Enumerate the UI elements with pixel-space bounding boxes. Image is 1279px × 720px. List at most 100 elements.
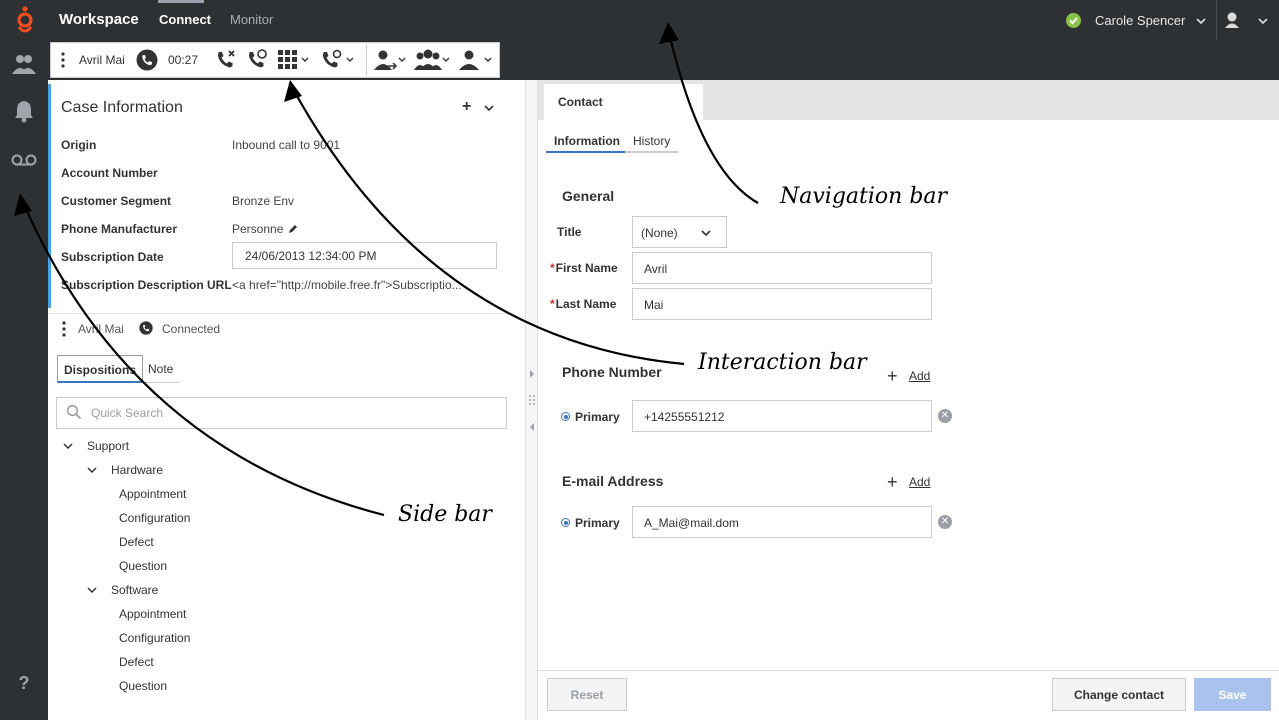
remove-phone-icon[interactable]: ✕ [938,409,952,423]
case-label-subscription-date: Subscription Date [61,250,164,264]
edit-pencil-icon[interactable] [288,224,298,234]
connection-contact-name: Avril Mai [78,322,124,336]
chevron-down-icon[interactable] [62,440,74,452]
end-call-icon[interactable] [215,48,237,72]
tab-information[interactable]: Information [546,131,628,153]
phone-connected-icon [139,321,153,335]
chevron-down-icon[interactable] [86,464,98,476]
case-value-customer-segment: Bronze Env [232,194,295,208]
first-name-field[interactable]: Avril [632,252,932,284]
first-name-label-text: First Name [555,261,618,275]
tree-item-appointment[interactable]: Appointment [119,487,186,501]
case-label-account-number: Account Number [61,166,158,180]
primary-email-radio[interactable] [561,518,570,527]
tab-contact[interactable]: Contact [544,84,703,120]
primary-phone-radio[interactable] [561,412,570,421]
genesys-logo-icon [17,6,33,33]
email-field[interactable]: A_Mai@mail.dom [632,506,932,538]
more-vertical-icon[interactable] [61,321,67,337]
primary-phone-label: Primary [575,410,620,424]
transfer-icon[interactable] [372,48,408,72]
tab-note[interactable]: Note [142,355,180,383]
last-name-label-text: Last Name [555,297,617,311]
required-marker: * [550,297,555,311]
title-label: Title [557,225,582,239]
tree-item-hardware[interactable]: Hardware [111,463,163,477]
supervisor-icon[interactable] [456,48,494,72]
subscription-date-field[interactable]: 24/06/2013 12:34:00 PM [232,242,497,269]
case-label-customer-segment: Customer Segment [61,194,172,208]
case-label-origin: Origin [61,138,97,152]
tree-item-question[interactable]: Question [119,679,167,693]
case-label-phone-manufacturer: Phone Manufacturer [61,222,178,236]
tree-item-support[interactable]: Support [87,439,129,453]
last-name-label: *Last Name [550,297,616,311]
reset-button[interactable]: Reset [547,678,627,711]
annotation-side-bar: Side bar [398,502,492,527]
remove-email-icon[interactable]: ✕ [938,515,952,529]
phone-number-section-title: Phone Number [562,364,662,380]
tab-history[interactable]: History [625,131,679,153]
tree-item-question[interactable]: Question [119,559,167,573]
save-button[interactable]: Save [1194,678,1271,711]
connection-status: Connected [162,322,221,336]
active-tab-indicator [158,0,204,3]
voicemail-icon[interactable] [0,141,48,179]
tree-item-software[interactable]: Software [111,583,158,597]
interaction-contact-name: Avril Mai [79,53,125,67]
user-name[interactable]: Carole Spencer [1095,13,1185,28]
quick-search-placeholder: Quick Search [91,406,164,420]
navigation-bar: Workspace Connect Monitor Carole Spencer [0,0,1279,40]
chevron-down-icon[interactable] [699,226,713,240]
tree-item-appointment[interactable]: Appointment [119,607,186,621]
tab-connect[interactable]: Connect [159,12,211,27]
last-name-field[interactable]: Mai [632,288,932,320]
notifications-bell-icon[interactable] [0,92,48,130]
case-label-subscription-url: Subscription Description URL [61,278,232,292]
chevron-down-icon[interactable] [1256,14,1270,28]
conference-icon[interactable] [412,48,452,72]
change-contact-button[interactable]: Change contact [1052,678,1186,711]
phone-call-icon [136,49,158,71]
case-value-phone-manufacturer[interactable]: Personne [232,222,283,236]
chevron-down-icon[interactable] [482,101,496,115]
agent-icon[interactable] [1224,11,1240,29]
drag-handle-icon[interactable] [528,394,536,406]
annotation-navigation-bar: Navigation bar [780,184,948,209]
email-section-title: E-mail Address [562,473,664,489]
call-timer: 00:27 [168,53,199,67]
tree-item-defect[interactable]: Defect [119,655,154,669]
tab-monitor[interactable]: Monitor [230,12,273,27]
tree-item-configuration[interactable]: Configuration [119,631,190,645]
phone-field[interactable]: +14255551212 [632,400,932,432]
add-email-icon[interactable]: + [887,472,898,493]
nav-divider [1216,0,1217,40]
dialpad-icon[interactable] [277,48,311,72]
add-email-link[interactable]: Add [909,475,930,489]
collapse-left-icon[interactable] [529,423,535,431]
help-icon[interactable]: ? [0,664,48,702]
add-phone-icon[interactable]: + [887,366,898,387]
tab-dispositions[interactable]: Dispositions [57,355,144,383]
more-vertical-icon[interactable] [60,52,66,68]
chevron-down-icon[interactable] [1194,14,1208,28]
required-marker: * [550,261,555,275]
status-ready-icon[interactable] [1066,13,1081,28]
contacts-icon[interactable] [0,45,48,83]
first-name-label: *First Name [550,261,618,275]
primary-email-label: Primary [575,516,620,530]
case-value-origin: Inbound call to 9001 [232,138,341,152]
case-information-title: Case Information [61,99,183,116]
expand-right-icon[interactable] [529,370,535,378]
hold-call-icon[interactable] [246,48,268,72]
search-icon [66,404,82,420]
add-phone-link[interactable]: Add [909,369,930,383]
tree-item-configuration[interactable]: Configuration [119,511,190,525]
chevron-down-icon[interactable] [86,584,98,596]
add-icon[interactable]: + [462,98,471,116]
consult-call-icon[interactable] [320,48,356,72]
tree-item-defect[interactable]: Defect [119,535,154,549]
panel-splitter[interactable] [525,80,538,720]
annotation-interaction-bar: Interaction bar [698,350,867,375]
case-value-subscription-url[interactable]: <a href="http://mobile.free.fr">Subscrip… [232,278,468,292]
